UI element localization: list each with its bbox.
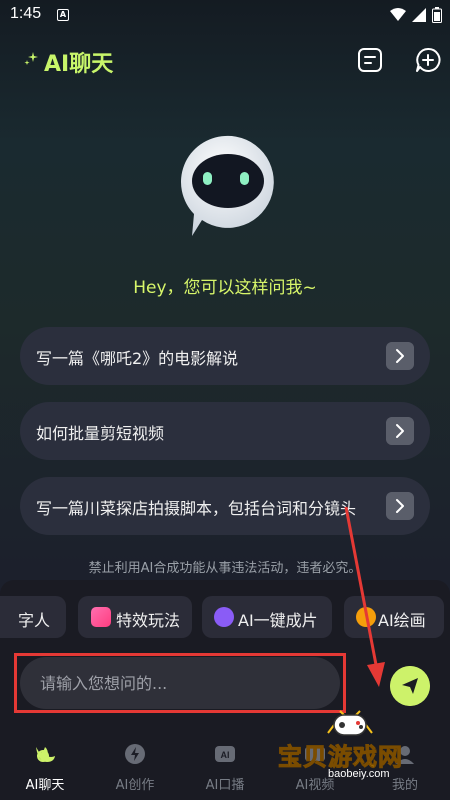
robot-mascot-icon: [181, 135, 274, 236]
chip-label: 字人: [18, 611, 51, 630]
tab-ai-create[interactable]: AI创作: [90, 730, 180, 800]
status-time: 1:45: [10, 5, 42, 22]
svg-text:AI: AI: [221, 750, 230, 760]
suggested-prompt-label: 写一篇《哪吒2》的电影解说: [36, 349, 239, 368]
watermark: 宝贝游戏网 baobeiy.com: [270, 705, 450, 785]
lightning-icon: [125, 744, 145, 764]
chevron-right-icon: [386, 417, 414, 445]
status-bar: 1:45 A: [0, 0, 450, 32]
chip-effects[interactable]: 特效玩法: [78, 596, 192, 638]
battery-icon: [432, 7, 442, 23]
wifi-icon: [390, 8, 406, 21]
chip-one-click-video[interactable]: AI一键成片: [202, 596, 332, 638]
watermark-url: baobeiy.com: [328, 768, 390, 780]
status-icons: [390, 7, 442, 23]
gamepad-logo-icon: [327, 710, 373, 736]
annotation-arrow: [344, 506, 385, 687]
send-button[interactable]: [390, 666, 430, 706]
play-icon: [214, 607, 234, 627]
sparkle-icon: [24, 52, 38, 65]
new-chat-button[interactable]: [415, 47, 441, 73]
greeting-text: Hey，您可以这样问我~: [133, 278, 317, 298]
suggested-prompt-label: 写一篇川菜探店拍摄脚本，包括台词和分镜头: [36, 499, 357, 518]
tab-label: AI口播: [205, 778, 245, 793]
chip-label: AI一键成片: [238, 611, 318, 630]
chip-label: 特效玩法: [116, 611, 181, 630]
watermark-text: 宝贝游戏网: [278, 743, 403, 772]
chevron-right-icon: [386, 492, 414, 520]
tab-ai-chat[interactable]: AI聊天: [0, 730, 90, 800]
signal-icon: [412, 8, 426, 22]
tab-label: AI聊天: [25, 778, 65, 793]
sparkle-icon: [91, 607, 111, 627]
chevron-right-icon: [386, 342, 414, 370]
ai-broadcast-icon: AI: [215, 746, 235, 762]
app-notification-icon: A: [57, 9, 69, 21]
chat-input[interactable]: [20, 657, 340, 709]
suggested-prompt[interactable]: 写一篇《哪吒2》的电影解说: [20, 327, 430, 385]
history-button[interactable]: [357, 47, 383, 73]
page-title: AI聊天: [44, 52, 114, 77]
tab-label: AI创作: [115, 778, 155, 793]
chat-bird-icon: [36, 747, 55, 762]
tab-ai-voice[interactable]: AI AI口播: [180, 730, 270, 800]
chip-digital-human[interactable]: 字人: [0, 596, 66, 638]
suggested-prompt-label: 如何批量剪短视频: [36, 424, 165, 443]
app-header: AI聊天: [0, 40, 450, 80]
suggested-prompt[interactable]: 如何批量剪短视频: [20, 402, 430, 460]
